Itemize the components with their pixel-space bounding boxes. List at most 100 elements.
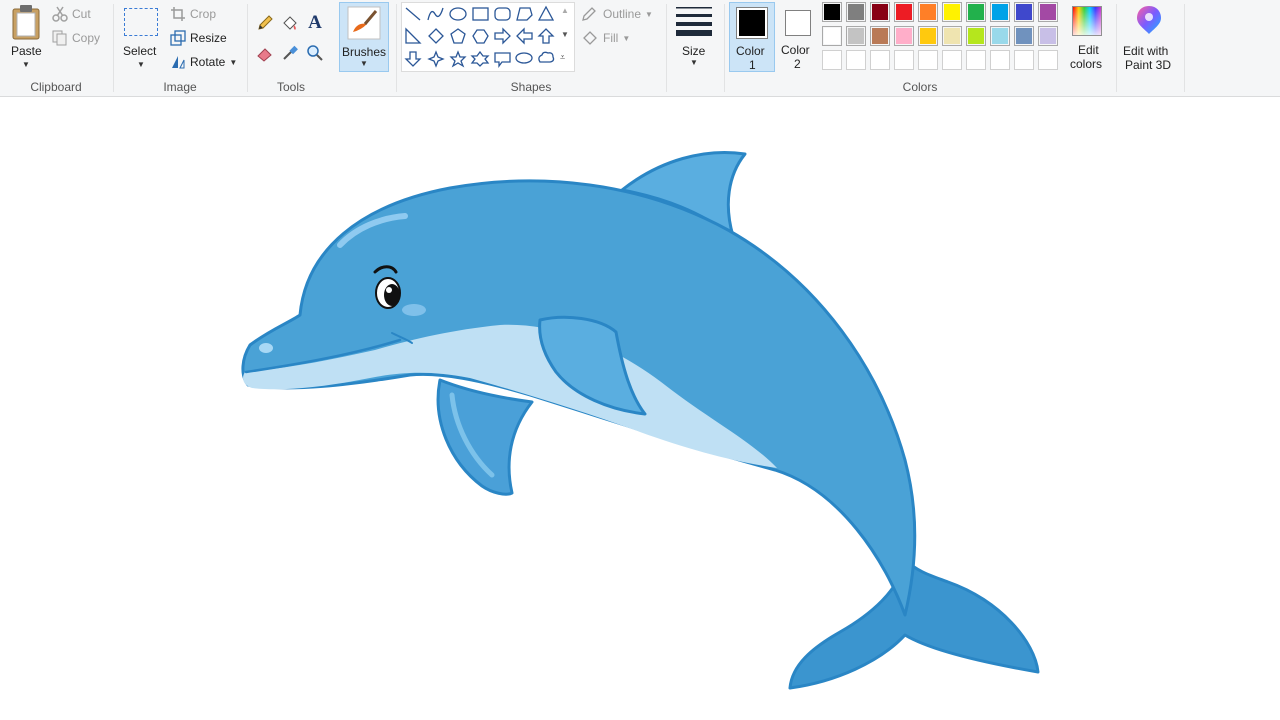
palette-custom-swatch[interactable] xyxy=(1014,50,1034,70)
edit-with-paint3d-button[interactable]: Edit with Paint 3D xyxy=(1118,2,1180,74)
palette-color-swatch[interactable] xyxy=(822,26,842,46)
colors-group-label: Colors xyxy=(902,80,938,94)
crop-button[interactable]: Crop xyxy=(170,6,216,22)
palette-color-swatch[interactable] xyxy=(918,2,938,22)
color-picker-tool[interactable] xyxy=(279,42,301,64)
brushes-button[interactable]: Brushes ▼ xyxy=(339,2,389,72)
palette-custom-swatch[interactable] xyxy=(822,50,842,70)
palette-color-swatch[interactable] xyxy=(894,2,914,22)
palette-color-swatch[interactable] xyxy=(846,26,866,46)
edit-colors-label-1: Edit xyxy=(1078,43,1099,57)
fill-button[interactable]: Fill ▼ xyxy=(581,30,630,46)
diamond-shape-icon xyxy=(428,28,444,44)
select-dropdown-icon: ▼ xyxy=(137,60,145,69)
paste-button[interactable]: Paste ▼ xyxy=(6,4,46,72)
down-arrow-shape-icon xyxy=(404,51,422,67)
separator xyxy=(1184,4,1185,92)
magnifier-tool[interactable] xyxy=(304,42,326,64)
tools-group-label: Tools xyxy=(276,80,305,94)
color1-button[interactable]: Color 1 xyxy=(729,2,775,72)
up-arrow-shape-icon xyxy=(537,28,555,44)
outline-button[interactable]: Outline ▼ xyxy=(581,6,653,22)
brushes-dropdown-icon: ▼ xyxy=(360,59,368,68)
rainbow-palette-icon xyxy=(1072,6,1102,36)
callout-oval-shape-icon xyxy=(515,52,533,64)
drawing-canvas[interactable] xyxy=(0,97,1280,720)
polygon-shape-icon xyxy=(516,7,533,21)
palette-custom-swatch[interactable] xyxy=(894,50,914,70)
rotate-button[interactable]: Rotate ▼ xyxy=(170,54,237,70)
palette-custom-swatch[interactable] xyxy=(966,50,986,70)
paste-dropdown-icon: ▼ xyxy=(22,60,30,69)
palette-custom-swatch[interactable] xyxy=(1038,50,1058,70)
select-button[interactable]: Select ▼ xyxy=(120,4,160,72)
color2-button[interactable]: Color 2 xyxy=(777,2,819,72)
eraser-tool[interactable] xyxy=(254,42,276,64)
palette-color-swatch[interactable] xyxy=(990,2,1010,22)
fill-bucket-icon xyxy=(583,31,597,45)
triangle-shape-icon xyxy=(537,5,555,21)
palette-color-swatch[interactable] xyxy=(1014,2,1034,22)
palette-color-swatch[interactable] xyxy=(846,2,866,22)
paste-label: Paste xyxy=(11,44,42,58)
magnifier-icon xyxy=(307,45,323,61)
outline-dropdown-icon: ▼ xyxy=(645,9,653,19)
separator xyxy=(1116,4,1117,92)
resize-button[interactable]: Resize xyxy=(170,30,227,46)
fill-label: Fill xyxy=(603,31,619,45)
paint3d-label-2: Paint 3D xyxy=(1125,58,1172,72)
fill-tool[interactable] xyxy=(279,12,301,34)
palette-color-swatch[interactable] xyxy=(1014,26,1034,46)
paint-bucket-icon xyxy=(283,16,297,30)
palette-color-swatch[interactable] xyxy=(1038,2,1058,22)
palette-color-swatch[interactable] xyxy=(966,26,986,46)
clipboard-group: Paste ▼ Cut Copy Clipboard xyxy=(0,0,112,96)
right-triangle-shape-icon xyxy=(405,27,422,44)
resize-label: Resize xyxy=(190,31,227,45)
outline-label: Outline xyxy=(603,7,642,21)
palette-color-swatch[interactable] xyxy=(990,26,1010,46)
palette-custom-swatch[interactable] xyxy=(918,50,938,70)
palette-custom-swatch[interactable] xyxy=(846,50,866,70)
shapes-more-button[interactable]: ⩡ xyxy=(560,52,565,63)
palette-color-swatch[interactable] xyxy=(942,26,962,46)
curve-shape-icon xyxy=(427,7,444,21)
text-tool[interactable]: A xyxy=(304,12,326,34)
palette-color-swatch[interactable] xyxy=(870,26,890,46)
brushes-label: Brushes xyxy=(342,45,387,59)
palette-color-swatch[interactable] xyxy=(918,26,938,46)
shapes-scroll-down-button[interactable]: ▼ xyxy=(561,30,569,39)
copy-button[interactable]: Copy xyxy=(52,30,100,46)
palette-color-swatch[interactable] xyxy=(942,2,962,22)
line-shape-icon xyxy=(405,7,421,21)
pencil-tool[interactable] xyxy=(254,12,276,34)
size-dropdown-icon: ▼ xyxy=(690,58,698,67)
copy-label: Copy xyxy=(72,31,101,45)
size-button[interactable]: Size ▼ xyxy=(670,2,718,72)
crop-label: Crop xyxy=(190,7,217,21)
oval-shape-icon xyxy=(449,7,467,21)
palette-color-swatch[interactable] xyxy=(1038,26,1058,46)
image-group-label: Image xyxy=(163,80,197,94)
shapes-scroll-up-button[interactable]: ▲ xyxy=(561,6,569,15)
palette-color-swatch[interactable] xyxy=(966,2,986,22)
separator xyxy=(666,4,667,92)
palette-color-swatch[interactable] xyxy=(870,2,890,22)
line-size-icon xyxy=(676,7,712,36)
palette-custom-swatch[interactable] xyxy=(942,50,962,70)
palette-color-swatch[interactable] xyxy=(822,2,842,22)
edit-colors-button[interactable]: Edit colors xyxy=(1066,2,1110,72)
rotate-label: Rotate xyxy=(190,55,226,69)
paint3d-icon xyxy=(1137,6,1161,34)
size-label: Size xyxy=(682,44,706,58)
outline-pen-icon xyxy=(582,7,596,21)
clipboard-group-label: Clipboard xyxy=(30,80,82,94)
select-label: Select xyxy=(123,44,157,58)
palette-color-swatch[interactable] xyxy=(894,26,914,46)
cut-button[interactable]: Cut xyxy=(52,6,91,22)
palette-custom-swatch[interactable] xyxy=(870,50,890,70)
pentagon-shape-icon xyxy=(450,28,466,44)
palette-custom-swatch[interactable] xyxy=(990,50,1010,70)
color2-number: 2 xyxy=(794,57,801,71)
scissors-icon xyxy=(52,6,68,22)
